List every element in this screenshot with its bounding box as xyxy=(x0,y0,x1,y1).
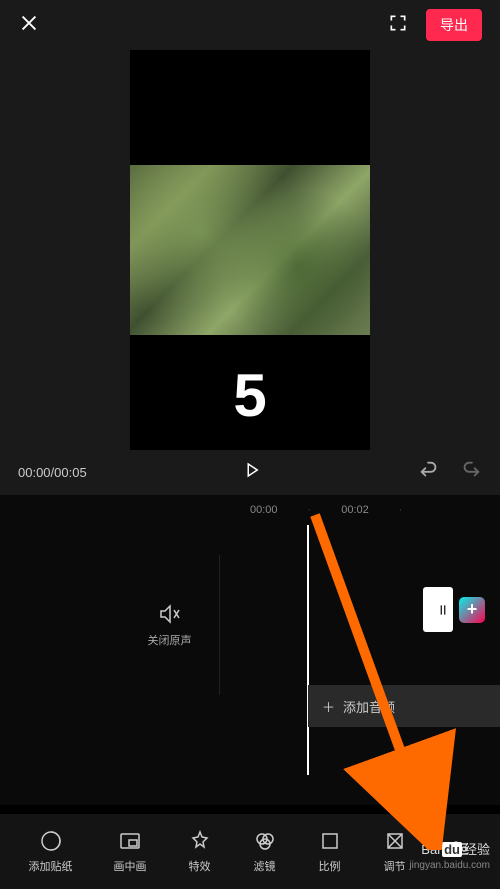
watermark-url: jingyan.baidu.com xyxy=(409,860,490,871)
time-mark: 00:02 xyxy=(341,504,369,516)
play-button[interactable] xyxy=(243,461,261,484)
countdown-number: 5 xyxy=(233,361,266,430)
tool-label: 画中画 xyxy=(114,858,147,874)
watermark-brand-box: du xyxy=(442,842,462,857)
tool-label: 调节 xyxy=(384,858,406,874)
tool-label: 比例 xyxy=(319,858,341,874)
time-mark-dot: · xyxy=(308,504,312,516)
export-button[interactable]: 导出 xyxy=(426,9,482,41)
watermark: Baidu经验 jingyan.baidu.com xyxy=(409,839,490,871)
tool-label: 特效 xyxy=(189,858,211,874)
tool-sticker[interactable]: 添加贴纸 xyxy=(29,829,73,874)
tool-ratio[interactable]: 比例 xyxy=(318,829,342,874)
clip-handle[interactable] xyxy=(423,587,453,632)
preview-thumbnail xyxy=(130,165,370,335)
mute-label: 关闭原声 xyxy=(148,632,192,648)
watermark-brand: Bai xyxy=(421,842,440,857)
undo-button[interactable] xyxy=(418,459,440,486)
mute-original-button[interactable]: 关闭原声 xyxy=(120,555,220,695)
watermark-brand-suffix: 经验 xyxy=(464,842,490,857)
timecode-display: 00:00/00:05 xyxy=(18,465,87,480)
time-mark: 00:00 xyxy=(250,504,278,516)
preview-frame: 5 xyxy=(130,50,370,450)
redo-button[interactable] xyxy=(460,459,482,486)
timeline-ruler[interactable]: 00:00 · 00:02 · xyxy=(0,495,500,525)
add-audio-track[interactable]: ＋ 添加音频 xyxy=(308,685,500,727)
plus-icon: ＋ xyxy=(322,697,335,716)
playhead[interactable] xyxy=(307,525,309,775)
add-audio-label: 添加音频 xyxy=(343,697,395,716)
tool-filter[interactable]: 滤镜 xyxy=(253,829,277,874)
tool-pip[interactable]: 画中画 xyxy=(114,829,147,874)
close-button[interactable] xyxy=(18,12,40,39)
tool-effects[interactable]: 特效 xyxy=(188,829,212,874)
tool-label: 添加贴纸 xyxy=(29,858,73,874)
fullscreen-button[interactable] xyxy=(388,13,408,38)
add-clip-button[interactable]: + xyxy=(459,597,485,623)
time-mark-dot: · xyxy=(399,504,403,516)
tool-label: 滤镜 xyxy=(254,858,276,874)
tool-adjust[interactable]: 调节 xyxy=(383,829,407,874)
preview-area[interactable]: 5 xyxy=(0,50,500,450)
